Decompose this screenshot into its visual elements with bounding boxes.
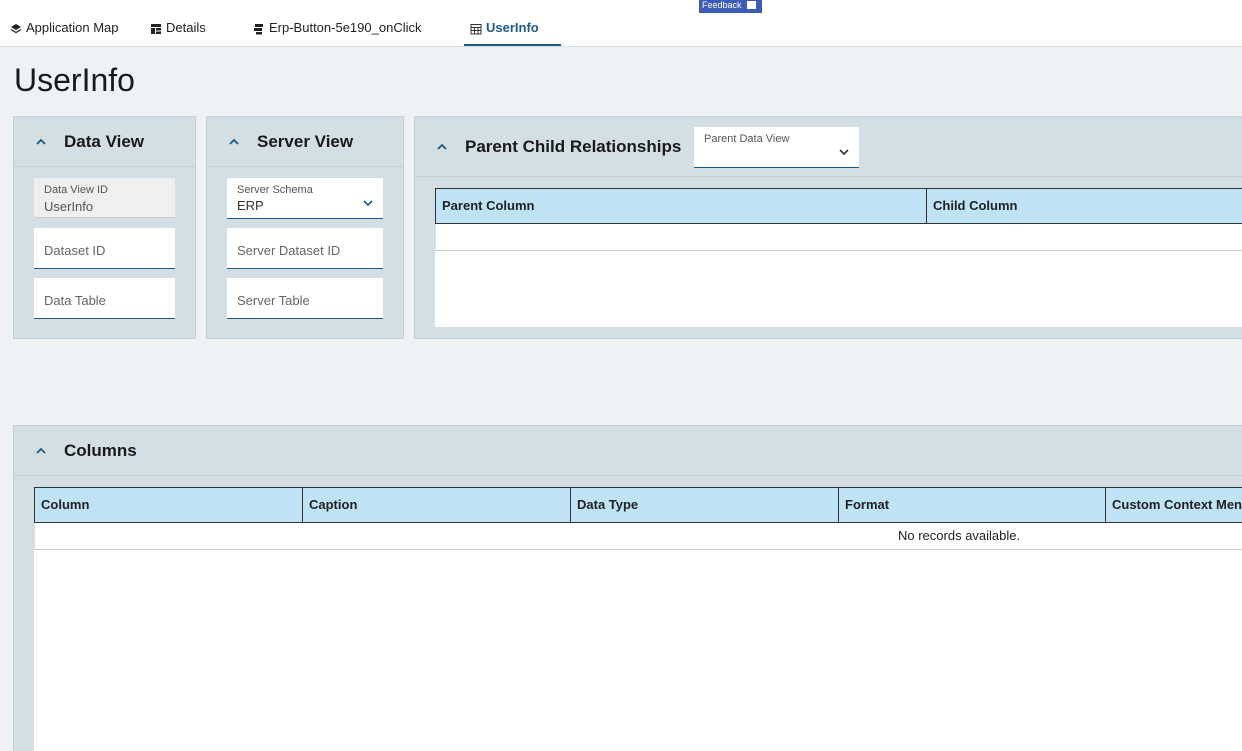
grid-header: Column Caption Data Type Format Custom C…	[34, 487, 1242, 523]
data-table-input[interactable]: Data Table	[34, 278, 175, 319]
feedback-label: Feedback	[702, 0, 742, 10]
column-header-format[interactable]: Format	[839, 488, 1106, 522]
data-view-header[interactable]: Data View	[14, 117, 195, 167]
column-header-child[interactable]: Child Column	[927, 189, 1242, 223]
server-dataset-id-input[interactable]: Server Dataset ID	[227, 228, 383, 269]
comment-icon	[746, 1, 756, 9]
grid-icon	[470, 24, 482, 35]
tab-bar: Application Map Details Erp-Button-5e190…	[0, 0, 1242, 47]
chevron-up-icon[interactable]	[229, 137, 239, 147]
tab-application-map[interactable]: Application Map	[10, 20, 119, 46]
layers-icon	[10, 24, 22, 34]
column-header-data-type[interactable]: Data Type	[571, 488, 839, 522]
server-table-input[interactable]: Server Table	[227, 278, 383, 319]
tab-label: Erp-Button-5e190_onClick	[269, 20, 422, 35]
field-placeholder: Dataset ID	[44, 243, 106, 258]
panel-title: Parent Child Relationships	[465, 136, 682, 156]
tab-userinfo[interactable]: UserInfo	[464, 20, 561, 46]
columns-panel: Columns Column Caption Data Type Format …	[13, 425, 1242, 751]
field-label: Data View ID	[44, 184, 108, 196]
field-value: ERP	[237, 198, 264, 213]
field-label: Parent Data View	[704, 133, 790, 145]
field-value: UserInfo	[44, 199, 94, 214]
chevron-up-icon[interactable]	[36, 137, 46, 147]
field-label: Server Schema	[237, 184, 313, 196]
column-header-column[interactable]: Column	[35, 488, 303, 522]
page-title: UserInfo	[14, 62, 135, 98]
dataset-id-input[interactable]: Dataset ID	[34, 228, 175, 269]
server-view-panel: Server View Server Schema ERP Server Dat…	[206, 116, 404, 339]
empty-row: No records available.	[34, 523, 1242, 550]
relationships-grid: Parent Column Child Column	[435, 188, 1242, 327]
panel-title: Data View	[64, 131, 145, 151]
tab-label: Application Map	[26, 20, 119, 35]
chevron-up-icon[interactable]	[36, 446, 46, 456]
columns-grid: Column Caption Data Type Format Custom C…	[34, 487, 1242, 751]
column-header-parent[interactable]: Parent Column	[436, 189, 927, 223]
tab-label: UserInfo	[486, 20, 539, 35]
parent-data-view-select[interactable]: Parent Data View	[694, 127, 859, 168]
data-view-id-field: Data View ID UserInfo	[34, 178, 175, 218]
field-placeholder: Data Table	[44, 293, 106, 308]
chevron-down-icon[interactable]	[363, 200, 373, 207]
feedback-button[interactable]: Feedback	[699, 0, 762, 13]
server-schema-select[interactable]: Server Schema ERP	[227, 178, 383, 219]
panel-title: Server View	[257, 131, 354, 151]
columns-header[interactable]: Columns	[14, 426, 1242, 476]
column-header-caption[interactable]: Caption	[303, 488, 571, 522]
server-view-header[interactable]: Server View	[207, 117, 403, 167]
data-view-panel: Data View Data View ID UserInfo Dataset …	[13, 116, 196, 339]
table-row	[435, 224, 1242, 251]
panel-title: Columns	[64, 440, 137, 460]
chevron-up-icon[interactable]	[437, 142, 447, 152]
tab-details[interactable]: Details	[150, 20, 206, 46]
grid-header: Parent Column Child Column	[435, 188, 1242, 224]
tab-erp-button-onclick[interactable]: Erp-Button-5e190_onClick	[253, 20, 421, 46]
no-records-message: No records available.	[898, 528, 1021, 543]
parent-child-panel: Parent Child Relationships Parent Data V…	[414, 116, 1242, 339]
column-header-custom-context-menu[interactable]: Custom Context Menu	[1106, 488, 1242, 522]
table-icon	[151, 24, 161, 34]
field-placeholder: Server Table	[237, 293, 310, 308]
tab-label: Details	[166, 20, 206, 35]
chevron-down-icon[interactable]	[839, 149, 849, 156]
script-icon	[254, 24, 263, 35]
field-placeholder: Server Dataset ID	[237, 243, 341, 258]
